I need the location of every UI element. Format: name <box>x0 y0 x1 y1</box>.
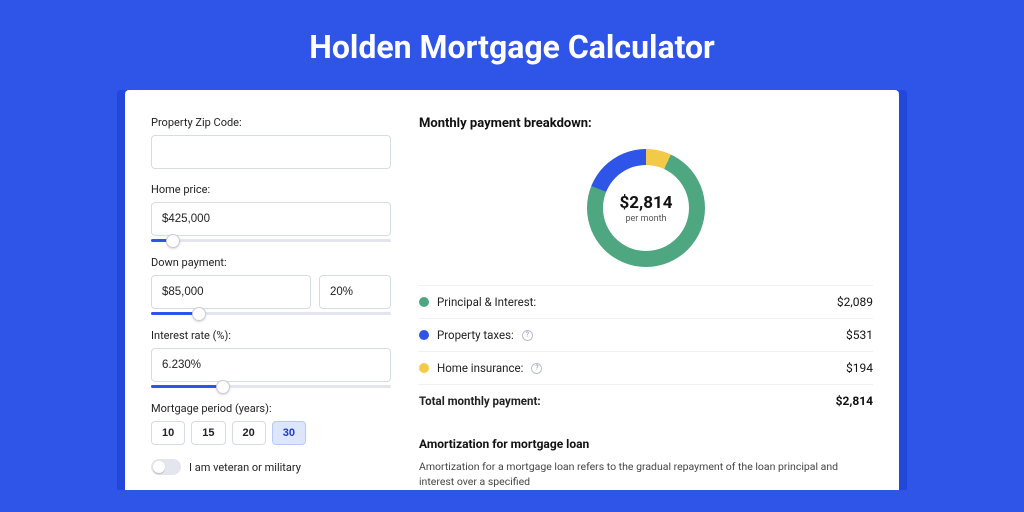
legend-row-insurance: Home insurance: ? $194 <box>419 352 873 385</box>
legend-row-taxes: Property taxes: ? $531 <box>419 319 873 352</box>
interest-field: Interest rate (%): <box>151 329 391 388</box>
amortization-text: Amortization for a mortgage loan refers … <box>419 459 873 489</box>
donut-chart: $2,814 per month <box>587 149 705 267</box>
down-payment-label: Down payment: <box>151 256 391 269</box>
legend-total-label: Total monthly payment: <box>419 394 541 408</box>
legend-label: Home insurance: <box>437 361 523 375</box>
home-price-slider[interactable] <box>151 239 391 242</box>
swatch-green <box>419 297 429 307</box>
home-price-field: Home price: <box>151 183 391 242</box>
legend-value: $531 <box>846 328 873 342</box>
zip-field: Property Zip Code: <box>151 116 391 169</box>
legend-label: Principal & Interest: <box>437 295 536 309</box>
info-icon[interactable]: ? <box>531 363 542 374</box>
legend-label: Property taxes: <box>437 328 514 342</box>
interest-label: Interest rate (%): <box>151 329 391 342</box>
down-payment-pct-input[interactable] <box>319 275 391 309</box>
legend: Principal & Interest: $2,089 Property ta… <box>419 285 873 417</box>
legend-total-value: $2,814 <box>836 394 873 408</box>
veteran-label: I am veteran or military <box>189 461 301 474</box>
donut-center: $2,814 per month <box>587 149 705 267</box>
calculator-card: Property Zip Code: Home price: Down paym… <box>125 90 899 490</box>
donut-sub: per month <box>625 214 666 224</box>
veteran-row: I am veteran or military <box>151 459 391 475</box>
down-payment-slider[interactable] <box>151 312 391 315</box>
period-btn-15[interactable]: 15 <box>191 421 225 445</box>
down-payment-field: Down payment: <box>151 256 391 315</box>
slider-thumb[interactable] <box>192 307 206 321</box>
period-btn-10[interactable]: 10 <box>151 421 185 445</box>
home-price-label: Home price: <box>151 183 391 196</box>
zip-label: Property Zip Code: <box>151 116 391 129</box>
period-label: Mortgage period (years): <box>151 402 391 415</box>
slider-fill <box>151 385 223 388</box>
swatch-blue <box>419 330 429 340</box>
down-payment-input[interactable] <box>151 275 311 309</box>
legend-value: $194 <box>846 361 873 375</box>
amortization-title: Amortization for mortgage loan <box>419 437 873 451</box>
amortization-section: Amortization for mortgage loan Amortizat… <box>419 437 873 489</box>
home-price-input[interactable] <box>151 202 391 236</box>
info-icon[interactable]: ? <box>522 330 533 341</box>
zip-input[interactable] <box>151 135 391 169</box>
donut-wrap: $2,814 per month <box>419 141 873 285</box>
form-column: Property Zip Code: Home price: Down paym… <box>151 116 391 490</box>
period-field: Mortgage period (years): 10 15 20 30 <box>151 402 391 445</box>
legend-row-principal: Principal & Interest: $2,089 <box>419 286 873 319</box>
page-title: Holden Mortgage Calculator <box>0 0 1024 90</box>
swatch-yellow <box>419 363 429 373</box>
interest-input[interactable] <box>151 348 391 382</box>
period-btn-30[interactable]: 30 <box>272 421 306 445</box>
legend-value: $2,089 <box>837 295 873 309</box>
card-outer: Property Zip Code: Home price: Down paym… <box>117 90 907 490</box>
interest-slider[interactable] <box>151 385 391 388</box>
breakdown-title: Monthly payment breakdown: <box>419 116 873 131</box>
period-btn-20[interactable]: 20 <box>232 421 266 445</box>
breakdown-column: Monthly payment breakdown: $2,814 per mo… <box>419 116 873 490</box>
slider-thumb[interactable] <box>216 380 230 394</box>
period-options: 10 15 20 30 <box>151 421 391 445</box>
slider-thumb[interactable] <box>166 234 180 248</box>
donut-value: $2,814 <box>620 193 673 213</box>
legend-row-total: Total monthly payment: $2,814 <box>419 385 873 417</box>
veteran-toggle[interactable] <box>151 459 181 475</box>
